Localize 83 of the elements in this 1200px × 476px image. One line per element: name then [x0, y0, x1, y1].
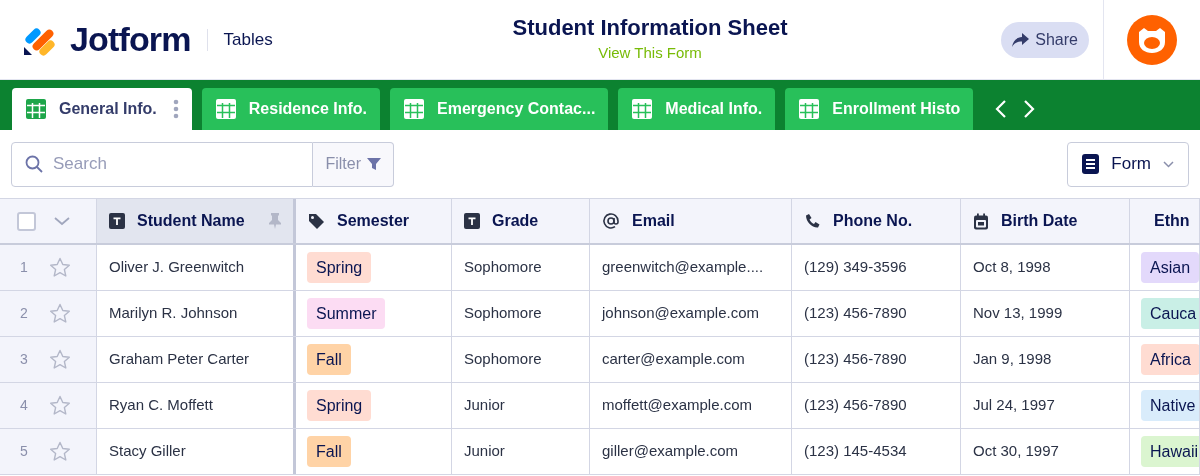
- star-icon[interactable]: [49, 303, 71, 324]
- table-cell-text: Oct 30, 1997: [973, 441, 1059, 462]
- phone-icon: [804, 212, 821, 230]
- search-input[interactable]: Search: [53, 151, 273, 177]
- sheet-title: Student Information Sheet: [512, 14, 788, 43]
- table-icon: [403, 98, 426, 120]
- semester-tag: Spring: [307, 252, 372, 283]
- star-icon[interactable]: [49, 441, 71, 462]
- table-cell-text: (123) 456-7890: [804, 303, 907, 324]
- table-cell-text: Sophomore: [464, 257, 542, 278]
- star-icon[interactable]: [49, 395, 71, 416]
- tag-icon: [308, 212, 325, 230]
- chevron-down-icon[interactable]: [54, 216, 70, 226]
- table-cell-text: Sophomore: [464, 303, 542, 324]
- semester-tag: Summer: [307, 298, 386, 329]
- brand-name: Jotform: [70, 19, 191, 60]
- semester-tag: Asian: [1141, 252, 1199, 283]
- table-cell-text: johnson@example.com: [602, 303, 759, 324]
- semester-tag: Cauca: [1141, 298, 1199, 329]
- table-cell-text: Stacy Giller: [109, 441, 186, 462]
- star-icon[interactable]: [49, 349, 71, 370]
- semester-tag: Fall: [307, 344, 351, 375]
- table-cell-text: Ryan C. Moffett: [109, 395, 213, 416]
- select-all-checkbox[interactable]: [17, 211, 36, 231]
- table-cell-text: giller@example.com: [602, 441, 739, 462]
- table-cell-text: Sophomore: [464, 349, 542, 370]
- table-cell-text: Graham Peter Carter: [109, 349, 250, 370]
- column-header[interactable]: Phone No.: [792, 199, 961, 243]
- form-view-button[interactable]: Form: [1067, 141, 1189, 187]
- at-sign-icon: [602, 212, 620, 230]
- more-options-icon[interactable]: [172, 99, 179, 119]
- table-icon: [798, 98, 821, 120]
- row-number: 1: [20, 258, 29, 277]
- table-cell-text: Oct 8, 1998: [973, 257, 1051, 278]
- chevron-right-icon[interactable]: [1023, 99, 1036, 119]
- semester-tag: Hawaii: [1141, 436, 1199, 467]
- table-cell-text: Oliver J. Greenwitch: [109, 257, 245, 278]
- semester-tag: Spring: [307, 390, 372, 421]
- column-header[interactable]: Birth Date: [961, 199, 1130, 243]
- table-cell-text: carter@example.com: [602, 349, 745, 370]
- table-cell-text: Nov 13, 1999: [973, 303, 1063, 324]
- table-cell-text: Jan 9, 1998: [973, 349, 1052, 370]
- table-cell-text: Jul 24, 1997: [973, 395, 1055, 416]
- semester-tag: Fall: [307, 436, 351, 467]
- column-header[interactable]: Semester: [296, 199, 452, 243]
- column-header[interactable]: Grade: [452, 199, 590, 243]
- row-number: 5: [20, 442, 29, 461]
- table-cell-text: (123) 456-7890: [804, 395, 907, 416]
- table-icon: [214, 98, 237, 120]
- table-cell-text: Junior: [464, 441, 505, 462]
- text-type-icon: [109, 213, 125, 229]
- filter-icon: [367, 157, 381, 171]
- share-button[interactable]: Share: [1001, 21, 1089, 58]
- semester-tag: Africa: [1141, 344, 1199, 375]
- semester-tag: Native: [1141, 390, 1199, 421]
- table-cell-text: Junior: [464, 395, 505, 416]
- chevron-down-icon: [1163, 160, 1174, 168]
- table-cell-text: (123) 456-7890: [804, 349, 907, 370]
- search-icon: [25, 155, 43, 173]
- pin-icon[interactable]: [269, 213, 281, 229]
- share-arrow-icon: [1012, 32, 1030, 47]
- table-cell-text: (129) 349-3596: [804, 257, 907, 278]
- text-type-icon: [464, 213, 480, 229]
- table-icon: [25, 98, 47, 120]
- product-name: Tables: [223, 28, 273, 51]
- column-header[interactable]: Ethn: [1130, 199, 1200, 243]
- table-cell-text: greenwitch@example....: [602, 257, 764, 278]
- search-field[interactable]: Search: [11, 141, 314, 187]
- calendar-icon: [973, 212, 989, 230]
- row-number: 4: [20, 396, 29, 415]
- column-header[interactable]: Email: [590, 199, 792, 243]
- document-icon: [1082, 154, 1100, 174]
- row-number: 3: [20, 350, 29, 369]
- table-cell-text: Marilyn R. Johnson: [109, 303, 238, 324]
- table-cell-text: moffett@example.com: [602, 395, 752, 416]
- table-icon: [631, 98, 654, 120]
- chevron-left-icon[interactable]: [995, 99, 1008, 119]
- star-icon[interactable]: [49, 257, 71, 278]
- sheet-tab[interactable]: General Info.: [12, 88, 192, 130]
- column-header[interactable]: Student Name: [97, 199, 296, 243]
- avatar-icon[interactable]: [1127, 14, 1177, 65]
- row-number: 2: [20, 304, 29, 323]
- table-cell-text: (123) 145-4534: [804, 441, 907, 462]
